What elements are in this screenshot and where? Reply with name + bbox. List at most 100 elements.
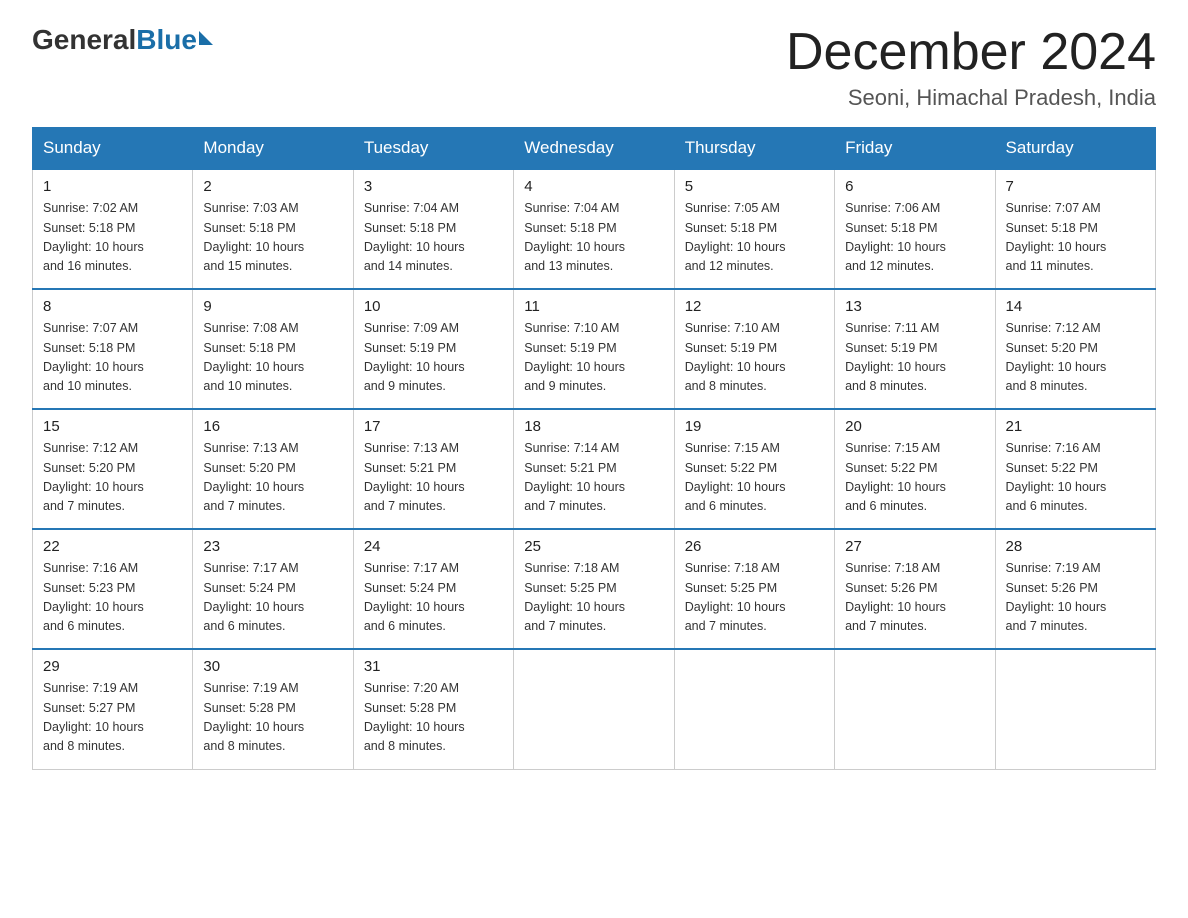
week-row-1: 1 Sunrise: 7:02 AM Sunset: 5:18 PM Dayli… [33,169,1156,289]
weekday-header-thursday: Thursday [674,128,834,170]
day-number: 31 [364,658,503,675]
calendar-cell: 31 Sunrise: 7:20 AM Sunset: 5:28 PM Dayl… [353,649,513,769]
weekday-header-tuesday: Tuesday [353,128,513,170]
calendar-cell [995,649,1155,769]
calendar-cell [514,649,674,769]
logo-blue-part: Blue [136,24,213,56]
calendar-cell: 18 Sunrise: 7:14 AM Sunset: 5:21 PM Dayl… [514,409,674,529]
weekday-header-saturday: Saturday [995,128,1155,170]
weekday-header-wednesday: Wednesday [514,128,674,170]
calendar-cell: 28 Sunrise: 7:19 AM Sunset: 5:26 PM Dayl… [995,529,1155,649]
day-info: Sunrise: 7:04 AM Sunset: 5:18 PM Dayligh… [364,199,503,277]
day-number: 30 [203,658,342,675]
calendar-cell: 7 Sunrise: 7:07 AM Sunset: 5:18 PM Dayli… [995,169,1155,289]
day-info: Sunrise: 7:16 AM Sunset: 5:22 PM Dayligh… [1006,439,1145,517]
day-number: 13 [845,298,984,315]
header: General Blue December 2024 Seoni, Himach… [32,24,1156,111]
day-info: Sunrise: 7:18 AM Sunset: 5:25 PM Dayligh… [685,559,824,637]
calendar-cell: 17 Sunrise: 7:13 AM Sunset: 5:21 PM Dayl… [353,409,513,529]
calendar-cell: 16 Sunrise: 7:13 AM Sunset: 5:20 PM Dayl… [193,409,353,529]
logo: General Blue [32,24,213,56]
day-info: Sunrise: 7:16 AM Sunset: 5:23 PM Dayligh… [43,559,182,637]
day-number: 7 [1006,178,1145,195]
calendar-cell: 15 Sunrise: 7:12 AM Sunset: 5:20 PM Dayl… [33,409,193,529]
day-info: Sunrise: 7:08 AM Sunset: 5:18 PM Dayligh… [203,319,342,397]
week-row-5: 29 Sunrise: 7:19 AM Sunset: 5:27 PM Dayl… [33,649,1156,769]
day-info: Sunrise: 7:10 AM Sunset: 5:19 PM Dayligh… [685,319,824,397]
calendar-cell [674,649,834,769]
calendar-cell: 3 Sunrise: 7:04 AM Sunset: 5:18 PM Dayli… [353,169,513,289]
title-area: December 2024 Seoni, Himachal Pradesh, I… [786,24,1156,111]
day-info: Sunrise: 7:18 AM Sunset: 5:25 PM Dayligh… [524,559,663,637]
weekday-header-row: SundayMondayTuesdayWednesdayThursdayFrid… [33,128,1156,170]
day-number: 1 [43,178,182,195]
day-info: Sunrise: 7:19 AM Sunset: 5:26 PM Dayligh… [1006,559,1145,637]
calendar-cell: 4 Sunrise: 7:04 AM Sunset: 5:18 PM Dayli… [514,169,674,289]
day-number: 20 [845,418,984,435]
day-info: Sunrise: 7:13 AM Sunset: 5:21 PM Dayligh… [364,439,503,517]
calendar-cell: 27 Sunrise: 7:18 AM Sunset: 5:26 PM Dayl… [835,529,995,649]
day-info: Sunrise: 7:17 AM Sunset: 5:24 PM Dayligh… [203,559,342,637]
day-number: 4 [524,178,663,195]
day-number: 15 [43,418,182,435]
day-number: 28 [1006,538,1145,555]
day-number: 22 [43,538,182,555]
week-row-2: 8 Sunrise: 7:07 AM Sunset: 5:18 PM Dayli… [33,289,1156,409]
day-number: 18 [524,418,663,435]
calendar-cell [835,649,995,769]
day-info: Sunrise: 7:15 AM Sunset: 5:22 PM Dayligh… [685,439,824,517]
day-number: 14 [1006,298,1145,315]
calendar-cell: 9 Sunrise: 7:08 AM Sunset: 5:18 PM Dayli… [193,289,353,409]
day-number: 25 [524,538,663,555]
day-number: 10 [364,298,503,315]
calendar-cell: 30 Sunrise: 7:19 AM Sunset: 5:28 PM Dayl… [193,649,353,769]
logo-blue-text: Blue [136,24,197,56]
calendar-cell: 11 Sunrise: 7:10 AM Sunset: 5:19 PM Dayl… [514,289,674,409]
day-info: Sunrise: 7:12 AM Sunset: 5:20 PM Dayligh… [1006,319,1145,397]
day-info: Sunrise: 7:12 AM Sunset: 5:20 PM Dayligh… [43,439,182,517]
day-info: Sunrise: 7:14 AM Sunset: 5:21 PM Dayligh… [524,439,663,517]
calendar-cell: 8 Sunrise: 7:07 AM Sunset: 5:18 PM Dayli… [33,289,193,409]
calendar-cell: 22 Sunrise: 7:16 AM Sunset: 5:23 PM Dayl… [33,529,193,649]
day-info: Sunrise: 7:17 AM Sunset: 5:24 PM Dayligh… [364,559,503,637]
calendar-cell: 6 Sunrise: 7:06 AM Sunset: 5:18 PM Dayli… [835,169,995,289]
calendar-cell: 25 Sunrise: 7:18 AM Sunset: 5:25 PM Dayl… [514,529,674,649]
calendar-cell: 10 Sunrise: 7:09 AM Sunset: 5:19 PM Dayl… [353,289,513,409]
calendar-cell: 24 Sunrise: 7:17 AM Sunset: 5:24 PM Dayl… [353,529,513,649]
day-info: Sunrise: 7:05 AM Sunset: 5:18 PM Dayligh… [685,199,824,277]
day-info: Sunrise: 7:13 AM Sunset: 5:20 PM Dayligh… [203,439,342,517]
week-row-3: 15 Sunrise: 7:12 AM Sunset: 5:20 PM Dayl… [33,409,1156,529]
day-info: Sunrise: 7:06 AM Sunset: 5:18 PM Dayligh… [845,199,984,277]
day-info: Sunrise: 7:02 AM Sunset: 5:18 PM Dayligh… [43,199,182,277]
day-number: 26 [685,538,824,555]
day-number: 12 [685,298,824,315]
day-info: Sunrise: 7:19 AM Sunset: 5:28 PM Dayligh… [203,679,342,757]
day-info: Sunrise: 7:19 AM Sunset: 5:27 PM Dayligh… [43,679,182,757]
calendar-cell: 13 Sunrise: 7:11 AM Sunset: 5:19 PM Dayl… [835,289,995,409]
day-info: Sunrise: 7:09 AM Sunset: 5:19 PM Dayligh… [364,319,503,397]
weekday-header-friday: Friday [835,128,995,170]
week-row-4: 22 Sunrise: 7:16 AM Sunset: 5:23 PM Dayl… [33,529,1156,649]
day-number: 8 [43,298,182,315]
day-number: 27 [845,538,984,555]
day-number: 29 [43,658,182,675]
day-info: Sunrise: 7:11 AM Sunset: 5:19 PM Dayligh… [845,319,984,397]
day-number: 19 [685,418,824,435]
day-number: 9 [203,298,342,315]
day-number: 11 [524,298,663,315]
calendar-cell: 20 Sunrise: 7:15 AM Sunset: 5:22 PM Dayl… [835,409,995,529]
calendar-cell: 26 Sunrise: 7:18 AM Sunset: 5:25 PM Dayl… [674,529,834,649]
location-title: Seoni, Himachal Pradesh, India [786,85,1156,111]
day-info: Sunrise: 7:07 AM Sunset: 5:18 PM Dayligh… [43,319,182,397]
day-info: Sunrise: 7:10 AM Sunset: 5:19 PM Dayligh… [524,319,663,397]
day-number: 6 [845,178,984,195]
calendar-cell: 23 Sunrise: 7:17 AM Sunset: 5:24 PM Dayl… [193,529,353,649]
logo-text: General Blue [32,24,213,56]
day-number: 2 [203,178,342,195]
day-info: Sunrise: 7:15 AM Sunset: 5:22 PM Dayligh… [845,439,984,517]
day-number: 16 [203,418,342,435]
day-info: Sunrise: 7:20 AM Sunset: 5:28 PM Dayligh… [364,679,503,757]
calendar-cell: 14 Sunrise: 7:12 AM Sunset: 5:20 PM Dayl… [995,289,1155,409]
weekday-header-sunday: Sunday [33,128,193,170]
day-info: Sunrise: 7:03 AM Sunset: 5:18 PM Dayligh… [203,199,342,277]
